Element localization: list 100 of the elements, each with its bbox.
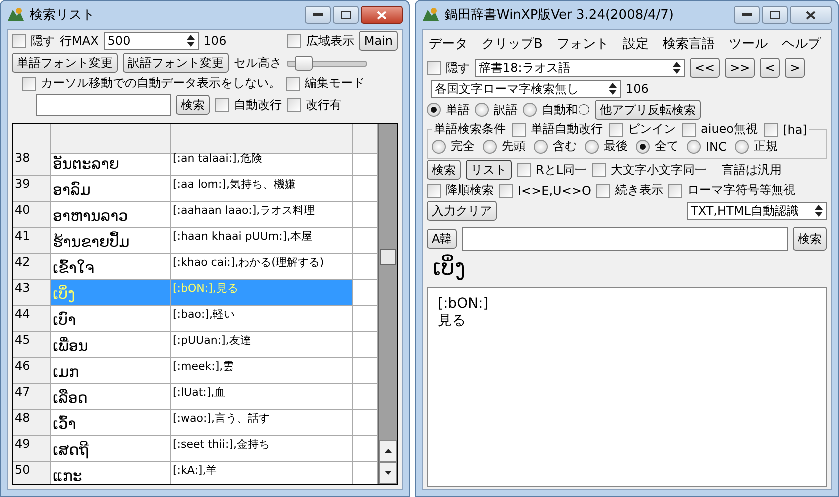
radio-button[interactable] — [427, 103, 441, 117]
radio-button[interactable] — [523, 103, 537, 117]
cell-height-slider[interactable] — [287, 56, 367, 70]
checkbox[interactable] — [286, 76, 300, 90]
menu-item[interactable]: フォント — [556, 35, 609, 53]
translation-cell[interactable]: [:seet thii:],金持ち — [171, 436, 353, 462]
nav-button[interactable]: >> — [725, 58, 756, 78]
translation-cell[interactable]: [:kA:],羊 — [171, 462, 353, 484]
row-number: 41 — [13, 228, 51, 254]
up-down-arrow-icon — [815, 205, 823, 217]
checkbox[interactable] — [427, 184, 441, 198]
checkbox[interactable] — [609, 122, 623, 136]
close-icon — [377, 10, 387, 20]
word-cell[interactable]: ເລືອດ — [51, 384, 171, 410]
radio-button[interactable] — [432, 140, 446, 154]
word-cell[interactable]: ເສດຖີ — [51, 436, 171, 462]
checkbox[interactable] — [22, 76, 36, 90]
menu-item[interactable]: ヘルプ — [782, 35, 821, 53]
minimize-button[interactable] — [734, 6, 760, 24]
radio-button[interactable] — [734, 140, 749, 154]
word-cell[interactable]: ອັນຕະລາຍ — [51, 150, 171, 176]
translation-cell[interactable]: [:haan khaai pUUm:],本屋 — [171, 228, 353, 254]
word-cell[interactable]: ອາຫານລາວ — [51, 202, 171, 228]
menu-item[interactable]: データ — [429, 35, 468, 53]
translation-cell[interactable]: [:aa lom:],気持ち、機嫌 — [171, 176, 353, 202]
close-button[interactable] — [361, 6, 403, 24]
nav-button[interactable]: < — [760, 58, 780, 78]
translation-cell[interactable]: [:an talaai:],危険 — [171, 150, 353, 176]
checkbox[interactable] — [287, 98, 301, 112]
word-cell[interactable]: ເມກ — [51, 358, 171, 384]
dictionary-select[interactable]: 辞書18:ラオス語 — [475, 59, 685, 77]
row-number: 50 — [13, 462, 51, 484]
minimize-button[interactable] — [305, 6, 331, 24]
menu-item[interactable]: 設定 — [622, 35, 649, 53]
translation-cell[interactable]: [:bao:],軽い — [171, 306, 353, 332]
checkbox[interactable] — [764, 122, 778, 136]
result-line: 見る — [438, 312, 467, 330]
checkbox[interactable] — [215, 98, 229, 112]
search-button[interactable]: 検索 — [793, 227, 827, 251]
translation-cell[interactable]: [:lUat:],血 — [171, 384, 353, 410]
scrollbar[interactable] — [378, 124, 397, 484]
search-button[interactable]: 検索 — [427, 160, 461, 180]
window-title: 鍋田辞書WinXP版Ver 3.24(2008/4/7) — [445, 7, 675, 24]
radio-label: 正規 — [754, 138, 778, 155]
menu-item[interactable]: ツール — [728, 35, 768, 53]
format-select[interactable]: TXT,HTML自動認識 — [687, 202, 827, 220]
checkbox[interactable] — [512, 122, 526, 136]
close-button[interactable] — [790, 6, 832, 24]
checkbox[interactable] — [499, 184, 513, 198]
nav-button[interactable]: << — [690, 58, 720, 78]
word-font-button[interactable]: 単語フォント変更 — [12, 53, 118, 73]
radio-button[interactable] — [636, 140, 650, 154]
radio-button[interactable] — [687, 140, 701, 154]
translation-cell[interactable]: [:wao:],言う、話す — [171, 410, 353, 436]
word-cell[interactable]: ເວົ້າ — [51, 410, 171, 436]
scroll-thumb[interactable] — [380, 249, 396, 265]
radio-button[interactable] — [534, 140, 548, 154]
scroll-down-button[interactable] — [379, 462, 397, 484]
menu-item[interactable]: クリップB — [482, 35, 543, 53]
search-input[interactable] — [36, 94, 171, 116]
row-max-spinner[interactable]: 500 — [104, 32, 199, 50]
checkbox[interactable] — [427, 61, 441, 75]
checkbox[interactable] — [12, 34, 26, 48]
word-cell[interactable]: ແກະ — [51, 462, 171, 484]
search-button[interactable]: 検索 — [176, 95, 210, 115]
minimize-icon — [742, 13, 752, 17]
reverse-search-button[interactable]: 他アプリ反転検索 — [595, 100, 701, 120]
checkbox[interactable] — [592, 163, 606, 177]
radio-button[interactable] — [475, 103, 489, 117]
radio-button[interactable] — [483, 140, 497, 154]
slider-thumb[interactable] — [295, 56, 313, 71]
scroll-up-button[interactable] — [379, 440, 397, 462]
radio-button[interactable] — [585, 140, 599, 154]
translation-cell[interactable]: [:meek:],雲 — [171, 358, 353, 384]
nav-button[interactable]: > — [785, 58, 806, 78]
translation-font-button[interactable]: 訳語フォント変更 — [123, 53, 229, 73]
script-search-select[interactable]: 各国文字ローマ字検索無し — [431, 80, 621, 98]
maximize-button[interactable] — [333, 6, 359, 24]
checkbox-label: ローマ字符号等無視 — [687, 182, 796, 199]
word-cell[interactable]: ເພື່ອນ — [51, 332, 171, 358]
list-button[interactable]: リスト — [466, 160, 512, 180]
checkbox[interactable] — [682, 122, 696, 136]
word-cell[interactable]: ເບົາ — [51, 306, 171, 332]
radio-label: 訳語 — [494, 102, 518, 118]
main-button[interactable]: Main — [359, 31, 398, 51]
checkbox[interactable] — [668, 184, 682, 198]
radio-label: INC — [706, 140, 727, 154]
checkbox[interactable] — [517, 163, 531, 177]
clear-input-button[interactable]: 入力クリア — [427, 201, 497, 221]
checkbox-label: [ha] — [783, 122, 808, 136]
korean-input-button[interactable]: A韓 — [427, 229, 458, 249]
maximize-button[interactable] — [762, 6, 788, 24]
translation-cell[interactable]: [:aahaan laao:],ラオス料理 — [171, 202, 353, 228]
search-input[interactable] — [462, 227, 788, 251]
checkbox[interactable] — [287, 34, 302, 48]
word-cell[interactable]: ຮ້ານຂາຍປຶ້ມ — [51, 228, 171, 254]
translation-cell[interactable]: [:pUUan:],友達 — [171, 332, 353, 358]
word-cell[interactable]: ອາລົມ — [51, 176, 171, 202]
checkbox[interactable] — [596, 184, 610, 198]
menu-item[interactable]: 検索言語 — [662, 35, 715, 53]
